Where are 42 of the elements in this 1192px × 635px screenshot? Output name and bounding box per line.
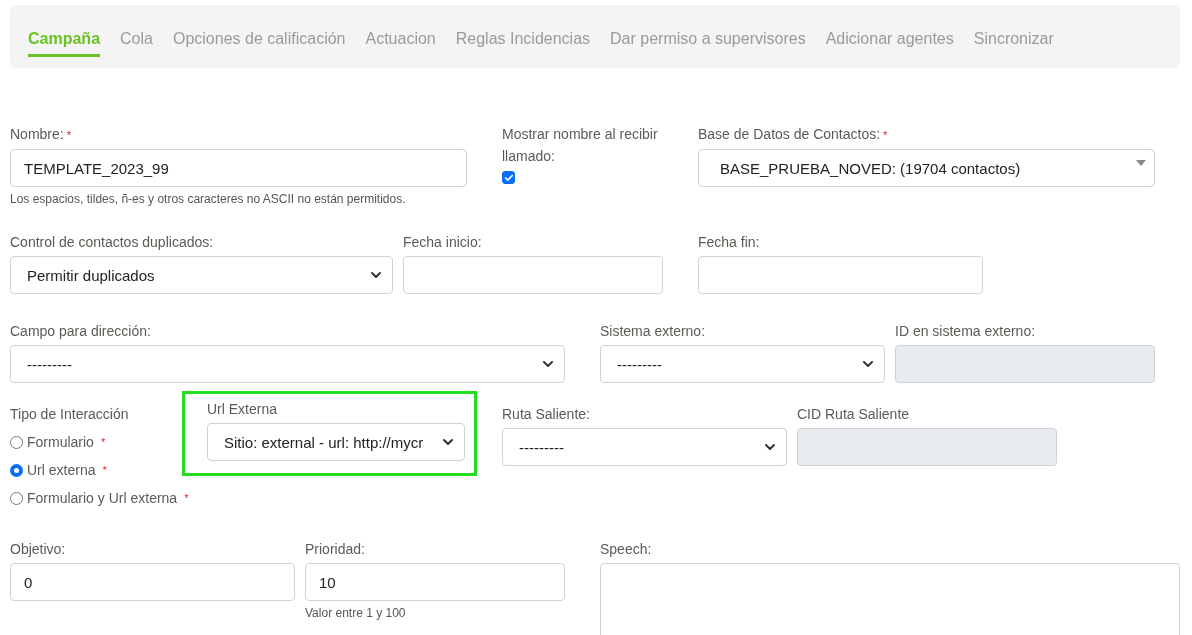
field-label: Sistema externo:	[600, 323, 706, 339]
select-field[interactable]: Permitir duplicados	[10, 256, 393, 294]
help-text: Los espacios, tildes, ñ-es y otros caracteres no ASCII no están permitidos.	[10, 192, 407, 206]
field-label: Fecha inicio:	[403, 234, 482, 250]
field-label: Control de contactos duplicados:	[10, 234, 214, 250]
field-label: Base de Datos de Contactos:	[698, 126, 881, 142]
select-field[interactable]: ---------	[600, 345, 885, 383]
select-field[interactable]: BASE_PRUEBA_NOVED: (19704 contactos)	[698, 149, 1155, 187]
field-label: Ruta Saliente:	[502, 406, 590, 422]
input-field[interactable]: TEMPLATE_2023_99	[10, 149, 467, 187]
input-field[interactable]: 10	[305, 563, 565, 601]
input-field[interactable]: 0	[10, 563, 295, 601]
field-label: ID en sistema externo:	[895, 323, 1036, 339]
field-label: Url Externa	[207, 401, 278, 417]
radio-label: Formulario	[27, 434, 94, 450]
required-mark: *	[102, 464, 107, 476]
field-label: Tipo de Interacción	[10, 406, 129, 422]
required-mark: *	[883, 129, 888, 141]
required-mark: *	[184, 492, 189, 504]
field-label: Prioridad:	[305, 541, 365, 557]
select-field[interactable]: ---------	[10, 345, 565, 383]
radio-label: Formulario y Url externa	[27, 490, 178, 506]
select-field[interactable]: ---------	[502, 428, 787, 466]
radio-button[interactable]	[10, 435, 23, 449]
field-label: Mostrar nombre al recibir llamado:	[502, 126, 658, 164]
required-mark: *	[66, 129, 71, 141]
radio-label: Url externa	[27, 462, 96, 478]
field-label: CID Ruta Saliente	[797, 406, 910, 422]
field-label: Campo para dirección:	[10, 323, 151, 339]
input-field[interactable]	[698, 256, 983, 294]
checkbox[interactable]	[502, 171, 515, 184]
field-label: Fecha fin:	[698, 234, 760, 250]
field-label: Objetivo:	[10, 541, 66, 557]
select-field[interactable]: Sitio: external - url: http://mycr	[207, 423, 465, 461]
input-field[interactable]	[403, 256, 663, 294]
radio-button[interactable]	[10, 463, 23, 477]
field-label: Speech:	[600, 541, 652, 557]
caret-icon	[1136, 160, 1146, 166]
help-text: Valor entre 1 y 100	[305, 606, 407, 620]
field-label: Nombre:	[10, 126, 64, 142]
radio-button[interactable]	[10, 491, 23, 505]
required-mark: *	[100, 436, 106, 448]
